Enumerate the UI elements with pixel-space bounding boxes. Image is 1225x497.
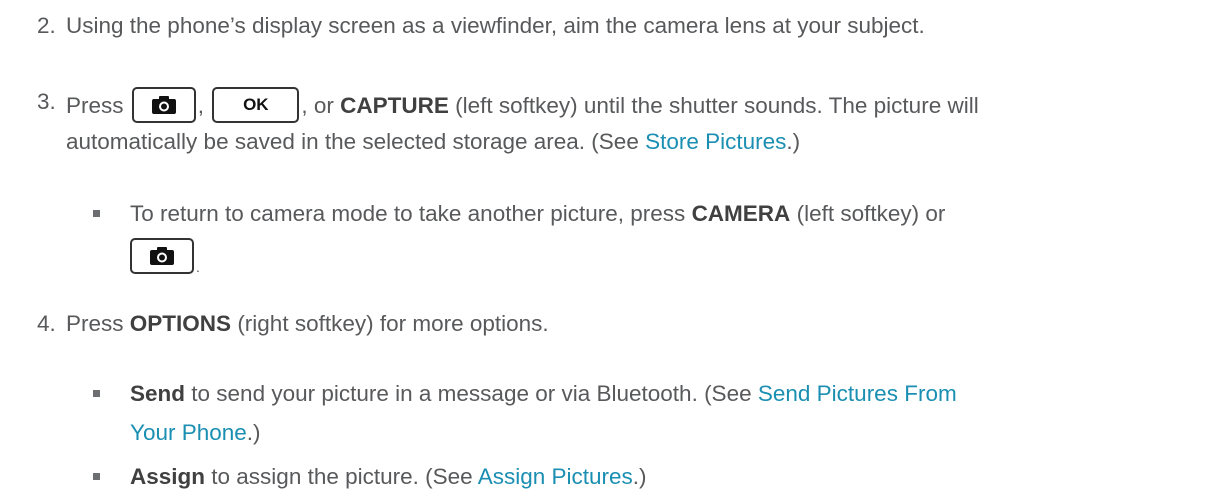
step-text: automatically be saved in the selected s… — [66, 129, 639, 154]
step-text: Press — [66, 92, 124, 118]
step-3-bullet: To return to camera mode to take another… — [130, 201, 945, 227]
step-number: 2. — [37, 13, 56, 38]
step-4-text: Press OPTIONS (right softkey) for more o… — [66, 311, 549, 337]
step-4: 4. Press OPTIONS (right softkey) for mor… — [37, 311, 549, 337]
step-2: 2. Using the phone’s display screen as a… — [37, 13, 925, 39]
bullet-marker — [93, 390, 100, 397]
bullet-text: (left softkey) or — [796, 201, 946, 226]
step-text: (right softkey) for more options. — [237, 311, 549, 336]
bullet-text: to send your picture in a message or via… — [191, 381, 752, 406]
send-pictures-link[interactable]: Send Pictures From — [758, 381, 957, 406]
bullet-text: .) — [246, 420, 261, 445]
step-number: 3. — [37, 89, 56, 114]
step-3-line-1: Press , OK , or CAPTURE (left softkey) un… — [66, 87, 979, 125]
step-3-line-2: automatically be saved in the selected s… — [66, 129, 800, 155]
camera-softkey-label: CAMERA — [691, 201, 791, 226]
camera-key — [131, 87, 196, 123]
bullet-text: .) — [632, 464, 647, 489]
bullet-text: to assign the picture. (See — [211, 464, 473, 489]
store-pictures-link[interactable]: Store Pictures — [645, 129, 786, 154]
assign-pictures-link[interactable]: Assign Pictures — [478, 464, 633, 489]
step-text: Using the phone’s display screen as a vi… — [66, 13, 925, 38]
step-number: 4. — [37, 311, 56, 336]
camera-icon — [150, 247, 174, 265]
ok-key: OK — [212, 87, 300, 123]
separator: , — [197, 92, 205, 118]
step-text: .) — [786, 129, 801, 154]
bullet-marker — [93, 473, 100, 480]
step-text: (left softkey) until the shutter sounds.… — [455, 92, 979, 118]
assign-option-label: Assign — [130, 464, 206, 489]
bullet-text: . — [196, 258, 200, 275]
step-3-bullet-line-2: . — [128, 238, 200, 276]
separator: , or — [301, 92, 334, 118]
assign-bullet: Assign to assign the picture. (See Assig… — [130, 464, 647, 490]
ok-key-label: OK — [243, 95, 269, 114]
camera-key — [130, 238, 194, 274]
send-bullet-line-2: Your Phone.) — [130, 420, 261, 446]
bullet-marker — [93, 210, 100, 217]
camera-icon — [151, 96, 176, 114]
step-3: 3. Press , OK , or CAPTURE (left softkey)… — [37, 87, 979, 123]
bullet-text: To return to camera mode to take another… — [130, 201, 686, 226]
send-pictures-link-continued[interactable]: Your Phone — [130, 420, 247, 445]
step-text: Press — [66, 311, 124, 336]
document-page: 2. Using the phone’s display screen as a… — [0, 0, 1225, 497]
options-softkey-label: OPTIONS — [129, 311, 232, 336]
send-option-label: Send — [130, 381, 186, 406]
capture-softkey-label: CAPTURE — [340, 92, 449, 118]
send-bullet: Send to send your picture in a message o… — [130, 381, 957, 407]
